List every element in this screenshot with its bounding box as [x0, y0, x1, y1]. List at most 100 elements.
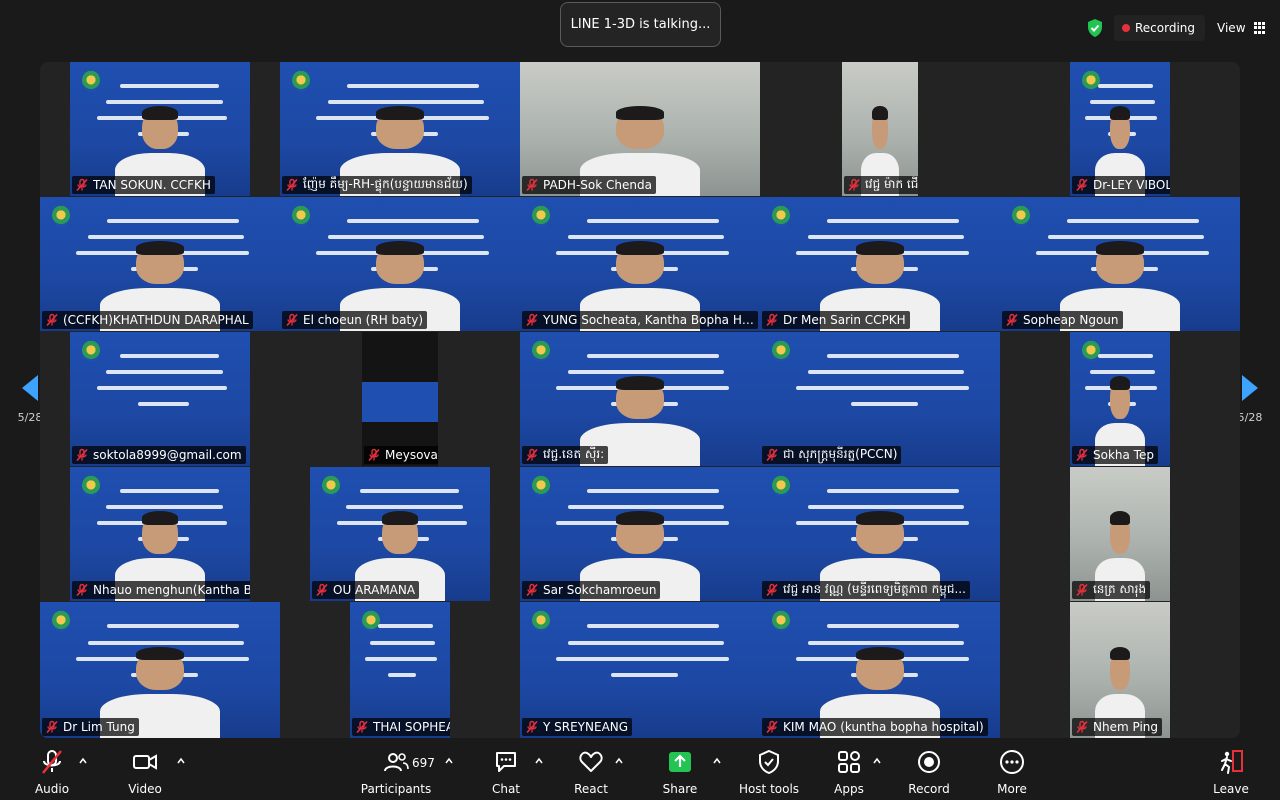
- microphone-muted-icon: [766, 720, 778, 734]
- video-gallery: TAN SOKUN. CCFKH ញ៉ែម គឹម្យ-RH-ផ្ទុក(បន្ទ…: [40, 62, 1240, 738]
- chevron-up-icon[interactable]: [872, 756, 882, 766]
- participant-tile[interactable]: PADH-Sok Chenda: [520, 62, 760, 196]
- ministry-logo-icon: [532, 610, 550, 632]
- participant-tile[interactable]: Nhauo menghun(Kantha Bopha Chil...: [70, 467, 250, 601]
- slide-title-line: [827, 354, 960, 359]
- slide-title-line: [796, 386, 969, 391]
- chat-label: Chat: [491, 782, 521, 796]
- arrow-right-icon: [1242, 374, 1258, 401]
- participant-name: YUNG Socheata, Kantha Bopha Hosp...: [543, 313, 754, 327]
- slide-title-line: [556, 656, 729, 661]
- participant-name-tag: El choeun (RH baty): [282, 311, 427, 329]
- participant-tile[interactable]: Dr Lim Tung: [40, 602, 280, 738]
- apps-icon: [838, 751, 860, 773]
- participant-name: Y SREYNEANG: [543, 720, 629, 734]
- microphone-muted-icon: [356, 720, 368, 734]
- slide-title-line: [106, 370, 223, 375]
- more-button[interactable]: More: [976, 748, 1048, 796]
- microphone-muted-icon: [848, 178, 860, 192]
- participant-tile[interactable]: Sar Sokchamroeun: [520, 467, 760, 601]
- participant-name: Sar Sokchamroeun: [543, 583, 657, 597]
- slide-title-line: [587, 489, 720, 494]
- slide-title-line: [827, 219, 960, 224]
- participant-tile[interactable]: THAI SOPHEAK: [350, 602, 450, 738]
- participant-name: Nhauo menghun(Kantha Bopha Chil...: [93, 583, 250, 597]
- participant-name-tag: Sopheap Ngoun: [1002, 311, 1123, 329]
- participant-name-tag: វេជ្ជ អាន វណ្ណ (មន្ទីរពេទ្យមិត្តភាព កម្ព…: [762, 581, 970, 599]
- slide-title-line: [365, 656, 437, 661]
- participant-tile[interactable]: នេត្រ សារុង: [1070, 467, 1170, 601]
- recording-label: Recording: [1135, 21, 1196, 35]
- meeting-toolbar: Audio Video Participants 697 Chat React: [0, 742, 1280, 800]
- slide-title-line: [107, 624, 240, 629]
- participant-name-tag: Dr-LEY VIBOL: [1072, 176, 1170, 194]
- participant-name: នេត្រ សារុង: [1093, 582, 1147, 596]
- participant-name-tag: TAN SOKUN. CCFKH: [72, 176, 215, 194]
- participant-tile[interactable]: ញ៉ែម គឹម្យ-RH-ផ្ទុក(បន្ទាយមានជ័យ): [280, 62, 520, 196]
- participant-tile[interactable]: Sokha Tep: [1070, 332, 1170, 466]
- participant-name: ញ៉ែម គឹម្យ-RH-ផ្ទុក(បន្ទាយមានជ័យ): [303, 177, 468, 191]
- participant-name: វេជ្ជ.នេត ស៊ីរ:: [543, 447, 605, 461]
- participant-name: OU ARAMANA: [333, 583, 416, 597]
- video-button[interactable]: Video: [109, 748, 181, 796]
- microphone-muted-icon: [526, 583, 538, 597]
- participant-name-tag: Sokha Tep: [1072, 446, 1158, 464]
- slide-title-line: [120, 84, 220, 89]
- video-label: Video: [128, 782, 162, 796]
- participant-tile[interactable]: YUNG Socheata, Kantha Bopha Hosp...: [520, 197, 760, 331]
- chevron-up-icon[interactable]: [444, 756, 454, 766]
- host-tools-label: Host tools: [738, 782, 800, 796]
- host-tools-button[interactable]: Host tools: [733, 748, 805, 796]
- chevron-up-icon[interactable]: [534, 756, 544, 766]
- participant-tile[interactable]: Sopheap Ngoun: [1000, 197, 1240, 331]
- participant-tile[interactable]: TAN SOKUN. CCFKH: [70, 62, 250, 196]
- slide-title-line: [587, 219, 720, 224]
- microphone-muted-icon: [526, 720, 538, 734]
- leave-label: Leave: [1213, 782, 1249, 796]
- view-button[interactable]: View: [1217, 21, 1265, 35]
- shield-check-icon[interactable]: [1086, 18, 1104, 38]
- share-screen-button[interactable]: Share: [644, 748, 716, 796]
- slide-title-line: [587, 354, 720, 359]
- slide-title-line: [827, 489, 960, 494]
- leave-button[interactable]: Leave: [1195, 748, 1267, 796]
- chat-button[interactable]: Chat: [470, 748, 542, 796]
- microphone-muted-icon: [76, 583, 88, 597]
- participants-label: Participants: [360, 782, 432, 796]
- participant-tile[interactable]: (CCFKH)KHATHDUN DARAPHAL: [40, 197, 280, 331]
- recording-indicator[interactable]: Recording: [1114, 15, 1206, 41]
- participant-name-tag: Nhem Ping: [1072, 718, 1162, 736]
- microphone-muted-icon: [46, 720, 58, 734]
- participant-name-tag: soktola8999@gmail.com: [72, 446, 246, 464]
- record-icon: [918, 751, 940, 773]
- chevron-up-icon[interactable]: [78, 756, 88, 766]
- slide-title-line: [388, 673, 416, 678]
- chevron-up-icon[interactable]: [712, 756, 722, 766]
- participant-tile[interactable]: Nhem Ping: [1070, 602, 1170, 738]
- leave-door-icon: [1221, 750, 1243, 774]
- participant-tile[interactable]: OU ARAMANA: [310, 467, 490, 601]
- ministry-logo-icon: [532, 475, 550, 497]
- participant-tile[interactable]: Y SREYNEANG: [520, 602, 760, 738]
- participant-tile[interactable]: KIM MAO (kuntha bopha hospital): [760, 602, 1000, 738]
- shield-icon: [759, 749, 779, 775]
- participant-tile[interactable]: El choeun (RH baty): [280, 197, 520, 331]
- slide-title-line: [851, 402, 919, 407]
- participant-name: Sokha Tep: [1093, 448, 1154, 462]
- participant-tile[interactable]: Dr-LEY VIBOL: [1070, 62, 1170, 196]
- ministry-logo-icon: [532, 205, 550, 227]
- participant-tile[interactable]: វេជ្ជ អាន វណ្ណ (មន្ទីរពេទ្យមិត្តភាព កម្ព…: [760, 467, 1000, 601]
- chevron-up-icon[interactable]: [614, 756, 624, 766]
- participant-tile[interactable]: វេជ្ជ ម៉ាក ជើត (CCFKH): [842, 62, 918, 196]
- record-button[interactable]: Record: [893, 748, 965, 796]
- microphone-muted-icon: [368, 448, 380, 462]
- participant-tile[interactable]: Dr Men Sarin CCPKH: [760, 197, 1000, 331]
- participant-tile[interactable]: វេជ្ជ.នេត ស៊ីរ:: [520, 332, 760, 466]
- participant-tile[interactable]: Meysovanneth: [362, 332, 438, 466]
- participant-tile[interactable]: ជា សុភក្ត្រមុនីរត្ន(PCCN): [760, 332, 1000, 466]
- chevron-up-icon[interactable]: [176, 756, 186, 766]
- participant-tile[interactable]: soktola8999@gmail.com: [70, 332, 250, 466]
- participant-name-tag: នេត្រ សារុង: [1072, 581, 1151, 599]
- participant-name: TAN SOKUN. CCFKH: [93, 178, 211, 192]
- microphone-muted-icon: [1006, 313, 1018, 327]
